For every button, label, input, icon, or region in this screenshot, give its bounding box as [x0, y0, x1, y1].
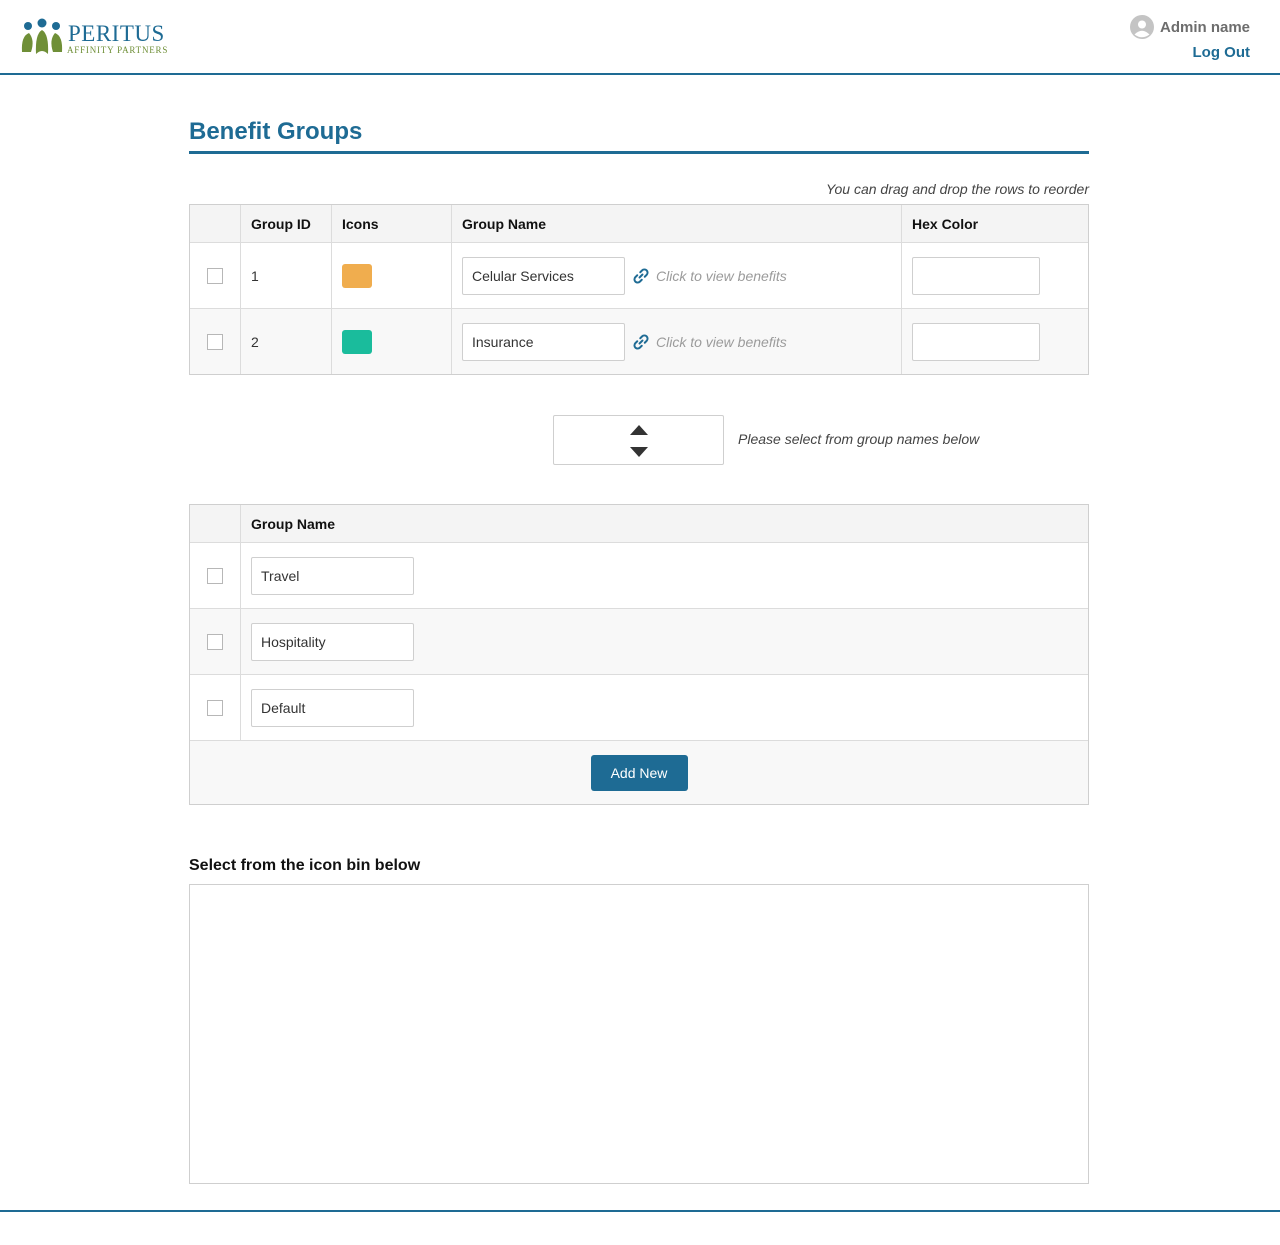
table-footer: Add New: [190, 740, 1088, 804]
row-checkbox[interactable]: [207, 267, 223, 284]
group-name-input[interactable]: [251, 556, 414, 595]
hex-color-input[interactable]: [912, 256, 1040, 295]
table-row[interactable]: 2 Click to view benefits: [190, 308, 1088, 374]
icon-bin[interactable]: [189, 884, 1089, 1184]
row-checkbox[interactable]: [207, 333, 223, 350]
link-icon: [633, 267, 649, 284]
logo-wordmark: PERITUS: [68, 21, 165, 46]
header-icons: Icons: [331, 205, 451, 242]
link-icon: [633, 333, 649, 350]
benefit-groups-table: Group ID Icons Group Name Hex Color 1 Cl…: [189, 204, 1089, 375]
app-header: PERITUS AFFINITY PARTNERS Admin name Log…: [0, 0, 1280, 75]
move-up-arrow-icon[interactable]: [630, 425, 648, 435]
table-header-row: Group Name: [190, 505, 1088, 542]
group-name-input[interactable]: [251, 622, 414, 661]
add-new-button[interactable]: Add New: [590, 754, 688, 791]
group-names-table: Group Name Add New: [189, 504, 1089, 805]
icon-bin-title: Select from the icon bin below: [189, 857, 421, 874]
view-benefits-link[interactable]: Click to view benefits: [632, 333, 787, 351]
peritus-logo[interactable]: PERITUS AFFINITY PARTNERS: [19, 18, 179, 60]
table-row[interactable]: [190, 542, 1088, 608]
hex-color-input[interactable]: [912, 322, 1040, 361]
row-checkbox[interactable]: [207, 633, 223, 650]
select-hint: Please select from group names below: [738, 431, 980, 447]
group-id: 2: [251, 333, 259, 350]
people-logo-icon: [21, 18, 63, 54]
view-benefits-label: Click to view benefits: [656, 267, 787, 284]
title-divider: [189, 151, 1089, 154]
header-group-name: Group Name: [451, 205, 901, 242]
page-title: Benefit Groups: [189, 118, 363, 145]
row-checkbox[interactable]: [207, 699, 223, 716]
header-check-cell: [190, 505, 240, 542]
group-name-input[interactable]: [251, 688, 414, 727]
header-group-id: Group ID: [240, 205, 331, 242]
view-benefits-label: Click to view benefits: [656, 333, 787, 350]
table-header-row: Group ID Icons Group Name Hex Color: [190, 205, 1088, 242]
logout-link[interactable]: Log Out: [1130, 44, 1250, 61]
group-icon-swatch[interactable]: [342, 329, 372, 354]
group-name-input[interactable]: [462, 256, 625, 295]
header-check-cell: [190, 205, 240, 242]
user-avatar-icon: [1129, 15, 1154, 39]
table-row[interactable]: [190, 608, 1088, 674]
table-row[interactable]: [190, 674, 1088, 740]
admin-name: Admin name: [1159, 18, 1250, 36]
header-hex-color: Hex Color: [901, 205, 1088, 242]
row-checkbox[interactable]: [207, 567, 223, 584]
group-name-input[interactable]: [462, 322, 625, 361]
user-info: Admin name: [1129, 15, 1250, 39]
drag-hint: You can drag and drop the rows to reorde…: [825, 181, 1089, 197]
user-menu: Admin name Log Out: [1129, 15, 1250, 61]
group-id: 1: [251, 267, 259, 284]
move-down-arrow-icon[interactable]: [630, 447, 648, 457]
logo-tagline: AFFINITY PARTNERS: [67, 45, 169, 55]
footer-divider: [0, 1210, 1280, 1212]
table-row[interactable]: 1 Click to view benefits: [190, 242, 1088, 308]
view-benefits-link[interactable]: Click to view benefits: [632, 267, 787, 285]
group-icon-swatch[interactable]: [342, 263, 372, 288]
header-group-name: Group Name: [240, 505, 1088, 542]
move-group-control: [553, 415, 724, 465]
